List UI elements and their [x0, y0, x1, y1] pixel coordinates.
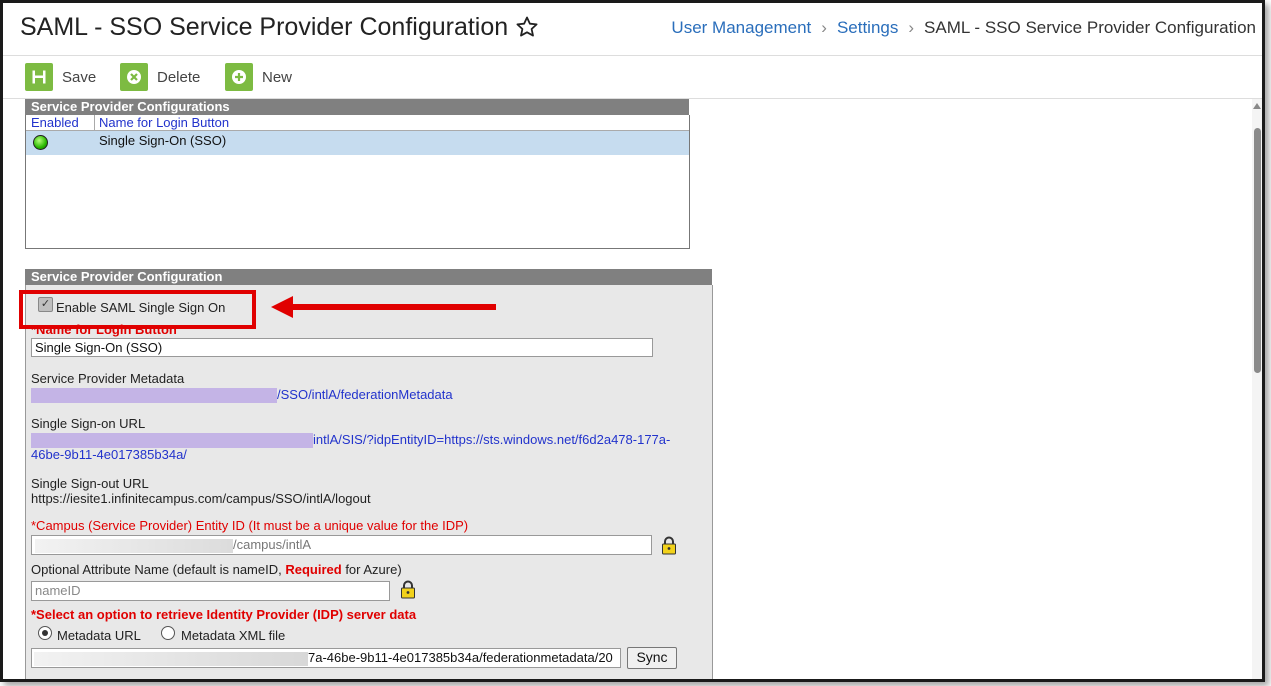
config-form: ✓ Enable SAML Single Sign On *Name for L… [25, 285, 713, 679]
list-column-headers: Enabled Name for Login Button [26, 115, 689, 131]
favorite-star-icon[interactable] [515, 15, 539, 39]
column-header-name[interactable]: Name for Login Button [99, 115, 229, 130]
attribute-label-suffix: for Azure) [341, 562, 402, 577]
sync-button[interactable]: Sync [627, 647, 677, 669]
attribute-required-text: Required [285, 562, 342, 577]
breadcrumb: User Management › Settings › SAML - SSO Serv… [671, 18, 1256, 38]
idp-source-label: *Select an option to retrieve Identity P… [31, 607, 417, 622]
delete-label: Delete [157, 68, 201, 86]
scroll-up-arrow-icon[interactable] [1253, 103, 1261, 109]
attribute-name-input[interactable]: nameID [31, 581, 390, 601]
enabled-status-icon [33, 135, 48, 150]
scrollbar-thumb[interactable] [1254, 128, 1261, 373]
metadata-url-radio[interactable] [38, 626, 52, 640]
column-header-enabled[interactable]: Enabled [31, 115, 79, 130]
header-bar: SAML - SSO Service Provider Configuratio… [3, 3, 1262, 56]
entity-id-input[interactable]: /campus/intlA [31, 535, 652, 555]
slo-url-value: https://iesite1.infinitecampus.com/campu… [31, 491, 371, 506]
attribute-name-label: Optional Attribute Name (default is name… [31, 562, 402, 577]
save-label: Save [62, 68, 97, 86]
annotation-arrow-icon [271, 296, 496, 318]
breadcrumb-user-management[interactable]: User Management [671, 18, 811, 37]
redacted-block [31, 433, 313, 449]
chevron-right-icon: › [821, 18, 827, 37]
lock-icon[interactable] [400, 580, 416, 599]
app-window: SAML - SSO Service Provider Configuratio… [0, 0, 1265, 682]
login-button-name-input[interactable]: Single Sign-On (SSO) [31, 338, 653, 357]
redacted-block [34, 651, 308, 666]
column-divider [94, 115, 95, 130]
metadata-url-text: /SSO/intlA/federationMetadata [277, 387, 453, 402]
sso-url-label: Single Sign-on URL [31, 416, 146, 431]
idp-metadata-url-input[interactable]: 7a-46be-9b11-4e017385b34a/federationmeta… [31, 648, 621, 668]
page-title: SAML - SSO Service Provider Configuratio… [20, 13, 509, 41]
metadata-url-link[interactable]: /SSO/intlA/federationMetadata [31, 387, 453, 404]
new-button[interactable]: New [225, 63, 292, 91]
save-button[interactable]: Save [25, 63, 96, 91]
sso-url-line1: intlA/SIS/?idpEntityID=https://sts.windo… [313, 432, 671, 447]
lock-icon[interactable] [661, 536, 677, 555]
list-item[interactable]: Single Sign-On (SSO) [26, 131, 689, 155]
new-label: New [262, 68, 293, 86]
breadcrumb-settings[interactable]: Settings [837, 18, 898, 37]
configurations-list: Enabled Name for Login Button Single Sig… [25, 115, 690, 249]
list-item-name: Single Sign-On (SSO) [99, 133, 227, 148]
sso-url-line2[interactable]: 46be-9b11-4e017385b34a/ [31, 447, 187, 462]
metadata-url-option-label: Metadata URL [57, 628, 141, 643]
breadcrumb-current: SAML - SSO Service Provider Configuratio… [924, 18, 1256, 37]
action-toolbar: Save Delete New [3, 56, 1262, 99]
metadata-label: Service Provider Metadata [31, 371, 185, 386]
entity-id-value: /campus/intlA [233, 537, 312, 552]
delete-icon [120, 63, 148, 91]
entity-id-label: *Campus (Service Provider) Entity ID (It… [31, 518, 469, 533]
chevron-right-icon: › [908, 18, 915, 37]
sso-url-link[interactable]: intlA/SIS/?idpEntityID=https://sts.windo… [31, 432, 671, 449]
add-icon [225, 63, 253, 91]
redacted-block [35, 538, 233, 553]
delete-button[interactable]: Delete [120, 63, 200, 91]
metadata-xml-option-label: Metadata XML file [181, 628, 286, 643]
highlight-annotation-box [19, 290, 256, 329]
configurations-panel-header: Service Provider Configurations [25, 99, 689, 115]
attribute-label-text: Optional Attribute Name (default is name… [31, 562, 286, 577]
config-panel-header: Service Provider Configuration [25, 269, 712, 285]
metadata-xml-radio[interactable] [161, 626, 175, 640]
save-icon [25, 63, 53, 91]
redacted-block [31, 388, 277, 404]
slo-url-label: Single Sign-out URL [31, 476, 149, 491]
idp-metadata-url-value: 7a-46be-9b11-4e017385b34a/federationmeta… [308, 650, 613, 665]
